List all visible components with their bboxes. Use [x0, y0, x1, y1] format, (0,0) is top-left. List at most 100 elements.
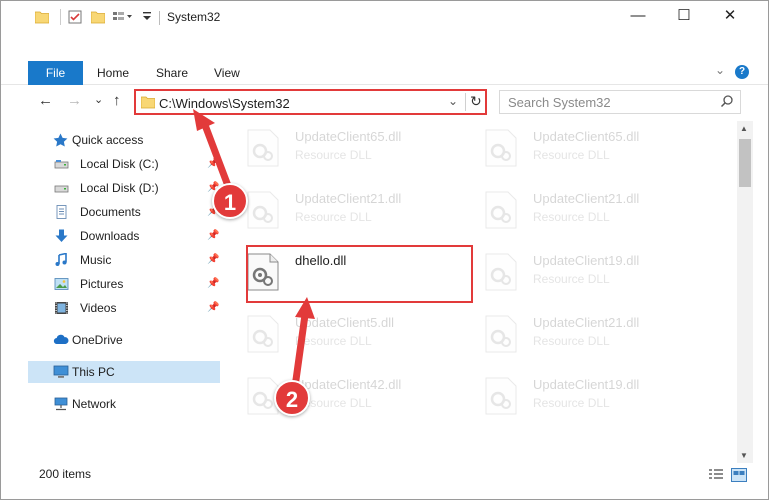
tab-share[interactable]: Share — [156, 61, 188, 85]
file-name: UpdateClient19.dll — [533, 377, 640, 392]
up-button[interactable]: ↑ — [113, 92, 121, 109]
title-divider — [159, 11, 160, 25]
file-description: Resource DLL — [533, 334, 610, 348]
sidebar-item-label: Network — [72, 397, 117, 411]
pin-icon: 📌 — [207, 254, 220, 265]
sidebar-item-label: Local Disk (C:) — [80, 157, 159, 171]
address-path[interactable]: C:\Windows\System32 — [159, 96, 290, 111]
network-icon — [53, 397, 68, 411]
sidebar-item-local-disk-d[interactable]: Local Disk (D:) 📌 — [28, 177, 220, 199]
sidebar-item-this-pc[interactable]: This PC — [28, 361, 220, 383]
tiles-view-icon[interactable] — [731, 468, 747, 482]
file-description: Resource DLL — [295, 210, 372, 224]
sidebar-item-label: Quick access — [72, 133, 144, 147]
file-item[interactable]: UpdateClient21.dll Resource DLL — [465, 307, 665, 359]
sidebar-item-onedrive[interactable]: OneDrive — [28, 329, 220, 351]
sidebar-item-label: OneDrive — [72, 333, 123, 347]
window-title: System32 — [167, 10, 221, 24]
dll-file-icon — [485, 129, 517, 167]
music-icon — [54, 252, 69, 267]
sidebar-item-local-disk-c[interactable]: Local Disk (C:) 📌 — [28, 153, 220, 175]
quick-access-toolbar-icon[interactable] — [112, 10, 134, 27]
tab-file[interactable]: File — [28, 61, 83, 85]
sidebar-item-label: Documents — [80, 205, 141, 219]
sidebar-item-network[interactable]: Network — [28, 393, 220, 415]
close-button[interactable]: ✕ — [707, 1, 753, 31]
file-description: Resource DLL — [533, 210, 610, 224]
file-name: UpdateClient19.dll — [533, 253, 640, 268]
address-bar[interactable]: C:\Windows\System32 ⌄ ↻ — [134, 89, 487, 115]
file-explorer-window: System32 — ☐ ✕ File Home Share View ⌄ ? … — [0, 0, 769, 500]
sidebar-item-documents[interactable]: Documents 📌 — [28, 201, 220, 223]
scroll-down-icon[interactable]: ▼ — [740, 451, 748, 460]
pin-icon: 📌 — [207, 278, 220, 289]
back-button[interactable]: ← — [38, 92, 53, 109]
item-count: 200 items — [39, 467, 92, 481]
expand-ribbon-icon[interactable]: ⌄ — [715, 63, 725, 77]
dhello-highlight-box — [246, 245, 473, 303]
folder-icon — [140, 96, 156, 112]
file-name: UpdateClient21.dll — [533, 191, 640, 206]
file-description: Resource DLL — [533, 396, 610, 410]
drive-icon — [54, 157, 69, 171]
forward-button[interactable]: → — [67, 92, 82, 109]
file-name: UpdateClient65.dll — [533, 129, 640, 144]
file-item[interactable]: UpdateClient42.dll Resource DLL — [227, 369, 427, 421]
refresh-button[interactable]: ↻ — [470, 93, 482, 110]
file-item[interactable]: UpdateClient19.dll Resource DLL — [465, 245, 665, 297]
minimize-button[interactable]: — — [615, 1, 661, 31]
search-box[interactable]: Search System32 — [499, 90, 741, 114]
sidebar-item-downloads[interactable]: Downloads 📌 — [28, 225, 220, 247]
search-input[interactable]: Search System32 — [508, 95, 611, 110]
file-description: Resource DLL — [295, 148, 372, 162]
sidebar-item-label: Local Disk (D:) — [80, 181, 159, 195]
dll-file-icon — [485, 315, 517, 353]
file-item[interactable]: UpdateClient21.dll Resource DLL — [465, 183, 665, 235]
file-item[interactable]: UpdateClient19.dll Resource DLL — [465, 369, 665, 421]
address-divider — [465, 93, 466, 111]
properties-icon[interactable] — [68, 10, 82, 27]
file-item[interactable]: UpdateClient65.dll Resource DLL — [465, 121, 665, 173]
file-description: Resource DLL — [533, 272, 610, 286]
customize-toolbar-icon[interactable] — [142, 9, 152, 26]
sidebar-item-videos[interactable]: Videos 📌 — [28, 297, 220, 319]
pictures-icon — [54, 277, 69, 291]
drive-icon — [54, 181, 69, 195]
help-icon[interactable]: ? — [735, 65, 749, 79]
new-folder-icon[interactable] — [90, 10, 106, 27]
tab-home[interactable]: Home — [97, 61, 129, 85]
file-item[interactable]: UpdateClient65.dll Resource DLL — [227, 121, 427, 173]
file-name: UpdateClient65.dll — [295, 129, 402, 144]
vertical-scrollbar[interactable]: ▲ ▼ — [737, 121, 753, 463]
videos-icon — [54, 301, 69, 315]
computer-icon — [53, 365, 69, 379]
documents-icon — [54, 205, 69, 219]
maximize-button[interactable]: ☐ — [661, 1, 707, 31]
file-description: Resource DLL — [533, 148, 610, 162]
tab-view[interactable]: View — [214, 61, 240, 85]
file-item[interactable]: UpdateClient21.dll Resource DLL — [227, 183, 427, 235]
dll-file-icon — [247, 315, 279, 353]
sidebar-item-quick-access[interactable]: Quick access — [28, 129, 220, 151]
sidebar-item-label: Videos — [80, 301, 117, 315]
dll-file-icon — [485, 253, 517, 291]
star-icon — [53, 133, 68, 147]
folder-icon — [34, 10, 50, 27]
sidebar-item-pictures[interactable]: Pictures 📌 — [28, 273, 220, 295]
search-icon[interactable] — [720, 94, 734, 111]
step-1-badge: 1 — [212, 183, 248, 219]
address-dropdown-icon[interactable]: ⌄ — [448, 94, 458, 108]
scroll-thumb[interactable] — [739, 139, 751, 187]
dll-file-icon — [247, 191, 279, 229]
pin-icon: 📌 — [207, 158, 220, 169]
file-item[interactable]: UpdateClient5.dll Resource DLL — [227, 307, 427, 359]
downloads-icon — [54, 229, 69, 243]
toolbar-divider — [60, 9, 61, 25]
dll-file-icon — [485, 377, 517, 415]
sidebar-item-music[interactable]: Music 📌 — [28, 249, 220, 271]
scroll-up-icon[interactable]: ▲ — [740, 124, 748, 133]
recent-locations-button[interactable]: ⌄ — [94, 93, 103, 106]
file-name: UpdateClient5.dll — [295, 315, 395, 330]
details-view-icon[interactable] — [708, 468, 724, 482]
cloud-icon — [53, 333, 69, 347]
